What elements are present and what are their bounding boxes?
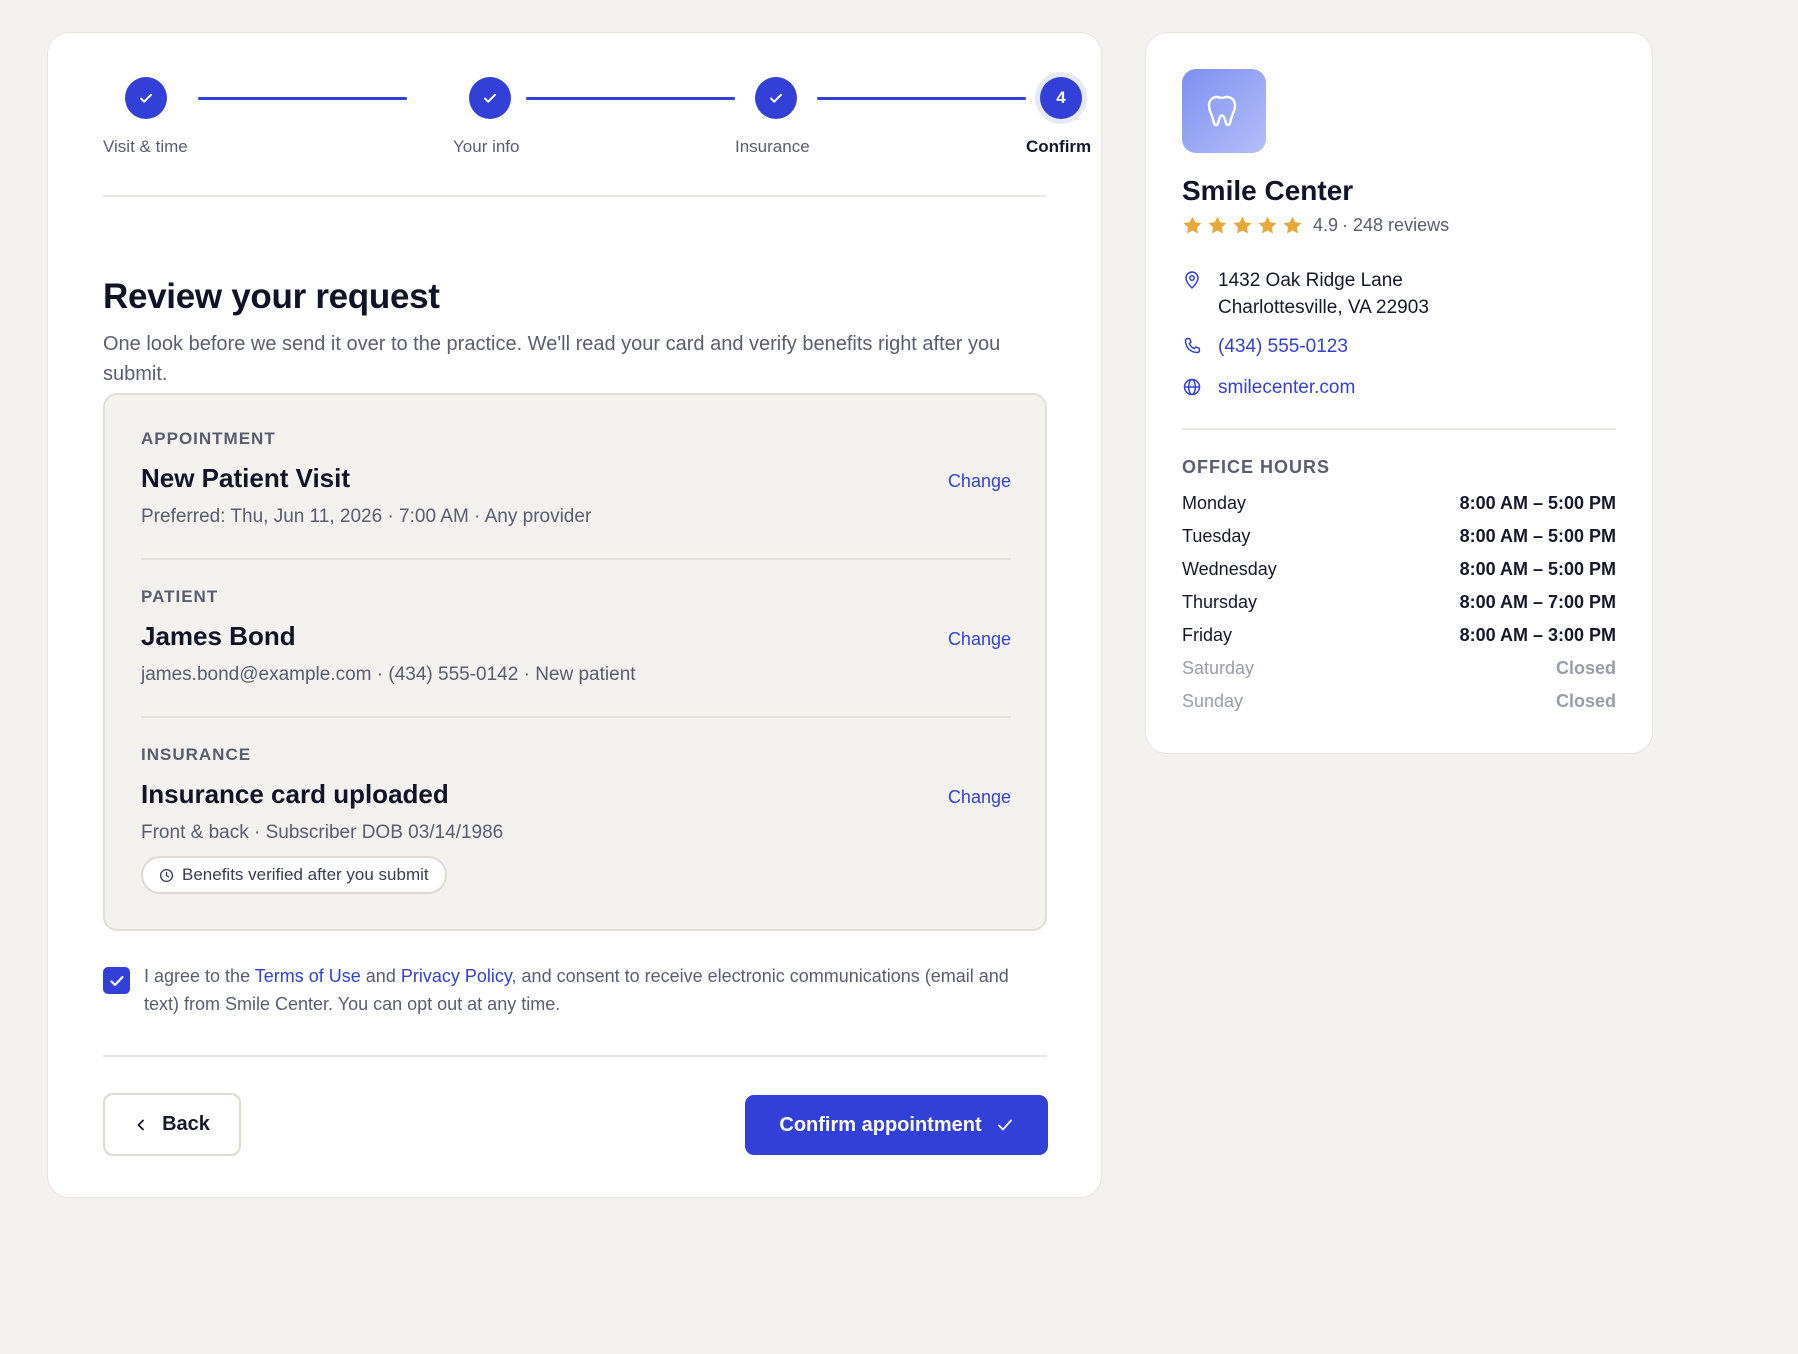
consent-checkbox[interactable] — [103, 967, 130, 994]
step-label-confirm: Confirm — [1026, 137, 1092, 156]
practice-address: 1432 Oak Ridge Lane Charlottesville, VA … — [1182, 267, 1429, 321]
hours-row-tuesday: Tuesday 8:00 AM – 5:00 PM — [1182, 526, 1616, 546]
privacy-policy-link[interactable]: Privacy Policy — [401, 966, 512, 986]
office-hours-title: OFFICE HOURS — [1182, 457, 1331, 477]
change-insurance-link[interactable]: Change — [948, 787, 1011, 808]
step-connector — [526, 97, 735, 100]
globe-icon — [1183, 378, 1201, 396]
hours-row-monday: Monday 8:00 AM – 5:00 PM — [1182, 493, 1616, 513]
review-summary-box: APPOINTMENT New Patient Visit Preferred:… — [103, 393, 1047, 931]
page-subtitle: One look before we send it over to the p… — [103, 333, 1001, 385]
practice-name: Smile Center — [1182, 175, 1354, 206]
step-label-visit-time: Visit & time — [103, 137, 188, 156]
change-appointment-link[interactable]: Change — [948, 471, 1011, 492]
tooth-icon — [1207, 95, 1237, 127]
appointment-type: New Patient Visit — [141, 463, 351, 493]
review-count: · 248 reviews — [1342, 215, 1450, 235]
practice-rating: 4.9 · 248 reviews — [1182, 215, 1449, 236]
step-2-complete-icon — [469, 77, 511, 119]
section-divider — [141, 716, 1011, 718]
page-title: Review your request — [103, 277, 440, 316]
change-patient-link[interactable]: Change — [948, 629, 1011, 650]
benefits-badge-text: Benefits verified after you submit — [182, 865, 429, 884]
check-icon — [997, 1119, 1012, 1131]
progress-stepper: 4 Visit & time Your info Insurance Confi… — [103, 77, 1091, 156]
practice-info-card: Smile Center 4.9 · 248 reviews 1432 Oak … — [1145, 32, 1653, 754]
appointment-section-label: APPOINTMENT — [141, 429, 276, 448]
appointment-section: APPOINTMENT New Patient Visit Preferred:… — [141, 429, 1011, 549]
insurance-section-label: INSURANCE — [141, 745, 252, 764]
consent-text: I agree to the Terms of Use and Privacy … — [144, 966, 1009, 1014]
practice-website: smilecenter.com — [1182, 374, 1355, 401]
map-pin-icon — [1185, 271, 1199, 289]
appointment-detail: Preferred: Thu, Jun 11, 2026 · 7:00 AM ·… — [141, 506, 592, 527]
confirm-appointment-button[interactable]: Confirm appointment — [745, 1095, 1048, 1155]
star-icon — [1283, 216, 1302, 234]
step-1-complete-icon — [125, 77, 167, 119]
patient-name: James Bond — [141, 621, 296, 651]
address-line-1: 1432 Oak Ridge Lane — [1218, 270, 1403, 291]
star-icon — [1258, 216, 1277, 234]
step-label-insurance: Insurance — [735, 137, 810, 156]
chevron-left-icon — [137, 1119, 144, 1130]
practice-logo — [1182, 69, 1266, 153]
section-divider — [141, 558, 1011, 560]
star-icon — [1208, 216, 1227, 234]
actions-divider — [103, 1055, 1047, 1057]
step-connector — [817, 97, 1026, 100]
practice-phone: (434) 555-0123 — [1182, 333, 1348, 360]
patient-section-label: PATIENT — [141, 587, 219, 606]
insurance-section: INSURANCE Insurance card uploaded Front … — [141, 745, 1011, 915]
hours-row-wednesday: Wednesday 8:00 AM – 5:00 PM — [1182, 559, 1616, 579]
patient-detail: james.bond@example.com · (434) 555-0142 … — [141, 664, 636, 685]
rating-value: 4.9 — [1313, 215, 1339, 235]
booking-review-card: 4 Visit & time Your info Insurance Confi… — [47, 32, 1102, 1198]
hours-row-thursday: Thursday 8:00 AM – 7:00 PM — [1182, 592, 1616, 612]
hours-row-sunday: Sunday Closed — [1182, 691, 1616, 711]
step-4-current: 4 — [1040, 77, 1082, 119]
office-hours-list: Monday 8:00 AM – 5:00 PM Tuesday 8:00 AM –… — [1182, 493, 1616, 724]
benefits-status-badge: Benefits verified after you submit — [141, 856, 447, 894]
star-icon — [1183, 216, 1202, 234]
clock-icon — [159, 868, 174, 882]
phone-link[interactable]: (434) 555-0123 — [1218, 333, 1348, 360]
hours-row-saturday: Saturday Closed — [1182, 658, 1616, 678]
back-button[interactable]: Back — [103, 1093, 241, 1156]
stepper-divider — [103, 195, 1047, 197]
step-3-complete-icon — [755, 77, 797, 119]
hours-divider — [1182, 428, 1616, 430]
terms-of-use-link[interactable]: Terms of Use — [255, 966, 361, 986]
hours-row-friday: Friday 8:00 AM – 3:00 PM — [1182, 625, 1616, 645]
insurance-status: Insurance card uploaded — [141, 779, 449, 809]
patient-section: PATIENT James Bond james.bond@example.co… — [141, 587, 1011, 707]
step-connector — [198, 97, 407, 100]
insurance-detail: Front & back · Subscriber DOB 03/14/1986 — [141, 822, 504, 843]
website-link[interactable]: smilecenter.com — [1218, 374, 1355, 401]
checkmark-icon — [109, 975, 124, 986]
step-label-your-info: Your info — [453, 137, 520, 156]
phone-icon — [1184, 337, 1201, 354]
star-rating — [1182, 215, 1303, 236]
address-line-2: Charlottesville, VA 22903 — [1218, 297, 1429, 318]
star-icon — [1233, 216, 1252, 234]
